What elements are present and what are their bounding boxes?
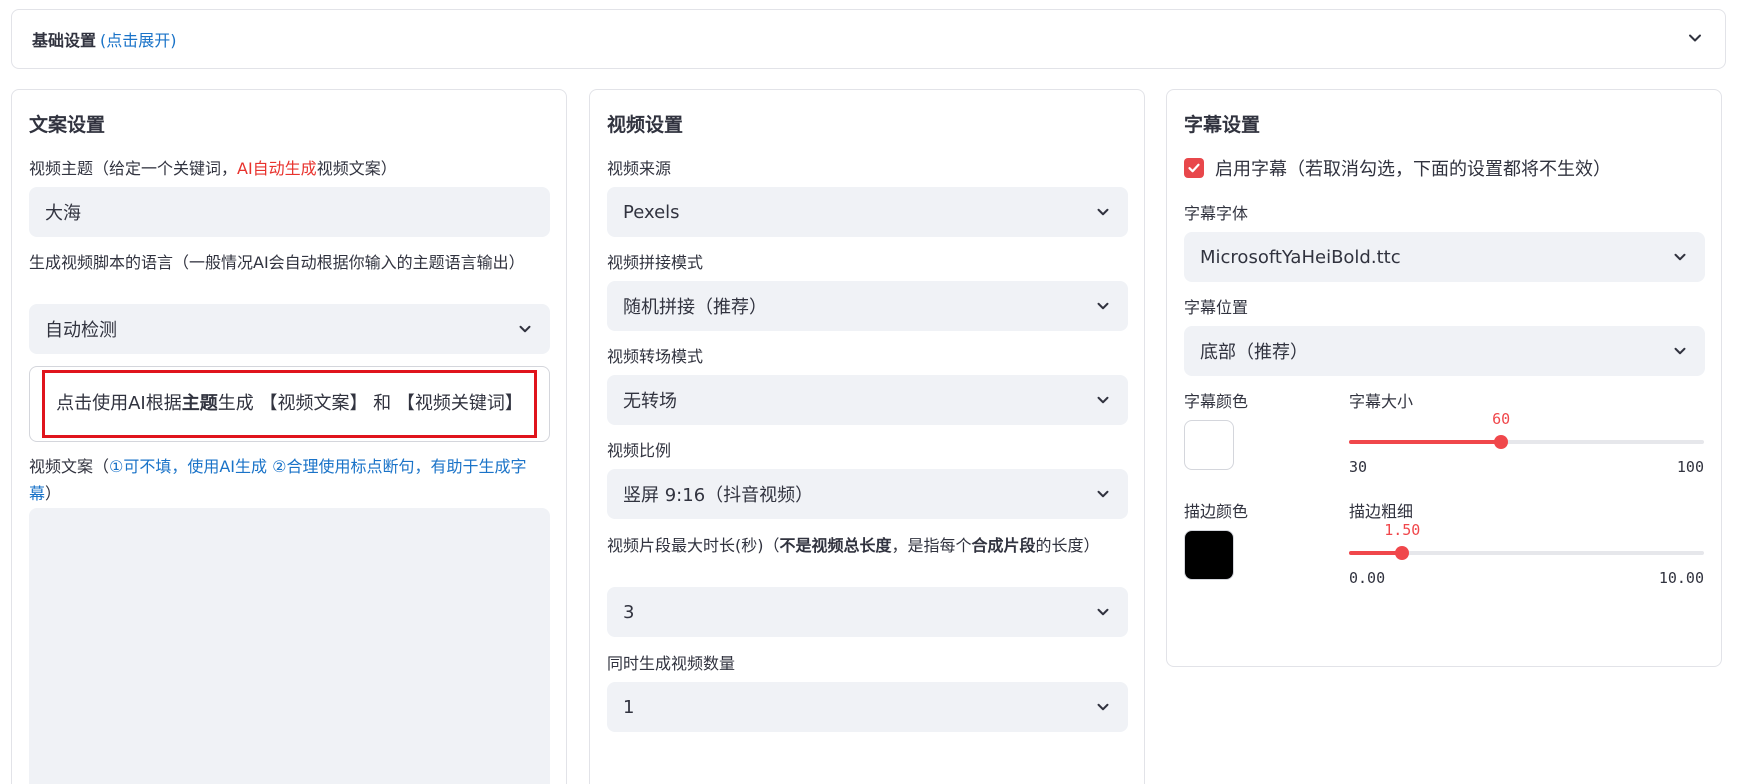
aspect-ratio-select[interactable]: 竖屏 9:16（抖音视频）: [607, 469, 1128, 519]
stroke-width-slider[interactable]: 1.50: [1349, 521, 1704, 560]
subtitle-font-select[interactable]: MicrosoftYaHeiBold.ttc: [1184, 232, 1705, 282]
subtitle-color-label: 字幕颜色: [1184, 392, 1249, 411]
transition-mode-value: 无转场: [623, 391, 677, 412]
chevron-down-icon: [1097, 490, 1109, 498]
chevron-down-icon: [1674, 347, 1686, 355]
aspect-ratio-label: 视频比例: [607, 441, 672, 460]
generate-script-button[interactable]: 点击使用AI根据主题生成 【视频文案】 和 【视频关键词】: [29, 366, 550, 442]
generate-script-button-label: 点击使用AI根据主题生成 【视频文案】 和 【视频关键词】: [56, 393, 523, 414]
highlight-box: 点击使用AI根据主题生成 【视频文案】 和 【视频关键词】: [42, 370, 537, 438]
chevron-down-icon: [1097, 208, 1109, 216]
script-textarea[interactable]: [29, 508, 550, 784]
stroke-color-picker[interactable]: [1184, 530, 1234, 580]
video-source-select[interactable]: Pexels: [607, 187, 1128, 237]
chevron-down-icon: [1689, 34, 1701, 42]
enable-subtitle-checkbox[interactable]: [1184, 158, 1204, 178]
clip-duration-label: 视频片段最大时长(秒)（不是视频总长度，是指每个合成片段的长度）: [607, 536, 1100, 555]
slider-max-label: 10.00: [1658, 569, 1704, 587]
script-label: 视频文案（①可不填，使用AI生成 ②合理使用标点断句，有助于生成字幕）: [29, 457, 527, 503]
slider-fill: [1349, 440, 1502, 444]
basic-settings-title: 基础设置: [32, 31, 97, 50]
copy-settings-panel: 文案设置 视频主题（给定一个关键词，AI自动生成视频文案） 大海 生成视频脚本的…: [11, 89, 567, 784]
slider-min-label: 0.00: [1349, 569, 1386, 587]
subtitle-position-value: 底部（推荐）: [1200, 342, 1308, 363]
subtitle-settings-panel: 字幕设置 启用字幕（若取消勾选，下面的设置都将不生效） 字幕字体 Microso…: [1166, 89, 1722, 667]
chevron-down-icon: [1097, 703, 1109, 711]
stroke-color-label: 描边颜色: [1184, 502, 1249, 521]
concat-mode-select[interactable]: 随机拼接（推荐）: [607, 281, 1128, 331]
slider-value: 60: [1492, 410, 1511, 428]
enable-subtitle-row[interactable]: 启用字幕（若取消勾选，下面的设置都将不生效）: [1184, 148, 1611, 188]
topic-input[interactable]: 大海: [29, 187, 550, 237]
chevron-down-icon: [519, 325, 531, 333]
video-count-value: 1: [623, 696, 635, 718]
transition-mode-select[interactable]: 无转场: [607, 375, 1128, 425]
copy-settings-heading: 文案设置: [29, 114, 106, 136]
video-settings-panel: 视频设置 视频来源 Pexels 视频拼接模式 随机拼接（推荐） 视频转场模式 …: [589, 89, 1145, 784]
subtitle-font-value: MicrosoftYaHeiBold.ttc: [1200, 246, 1401, 268]
enable-subtitle-label: 启用字幕（若取消勾选，下面的设置都将不生效）: [1215, 159, 1611, 180]
subtitle-size-label: 字幕大小: [1349, 392, 1414, 411]
subtitle-font-label: 字幕字体: [1184, 204, 1249, 223]
aspect-ratio-value: 竖屏 9:16（抖音视频）: [623, 485, 814, 506]
slider-thumb[interactable]: [1395, 546, 1410, 560]
clip-duration-value: 3: [623, 601, 635, 623]
concat-mode-label: 视频拼接模式: [607, 253, 704, 272]
slider-min-label: 30: [1349, 458, 1368, 476]
basic-settings-hint: (点击展开): [100, 31, 177, 50]
transition-mode-label: 视频转场模式: [607, 347, 704, 366]
language-select-value: 自动检测: [45, 320, 117, 341]
video-settings-heading: 视频设置: [607, 114, 684, 136]
chevron-down-icon: [1097, 396, 1109, 404]
language-label: 生成视频脚本的语言（一般情况AI会自动根据你输入的主题语言输出）: [29, 253, 525, 272]
clip-duration-select[interactable]: 3: [607, 587, 1128, 637]
chevron-down-icon: [1097, 608, 1109, 616]
subtitle-color-picker[interactable]: [1184, 420, 1234, 470]
video-count-label: 同时生成视频数量: [607, 654, 736, 673]
concat-mode-value: 随机拼接（推荐）: [623, 297, 767, 318]
subtitle-size-slider[interactable]: 60: [1349, 410, 1704, 449]
subtitle-position-select[interactable]: 底部（推荐）: [1184, 326, 1705, 376]
language-select[interactable]: 自动检测: [29, 304, 550, 354]
subtitle-settings-heading: 字幕设置: [1184, 114, 1261, 136]
chevron-down-icon: [1674, 253, 1686, 261]
chevron-down-icon: [1097, 302, 1109, 310]
video-source-value: Pexels: [623, 201, 680, 223]
video-count-select[interactable]: 1: [607, 682, 1128, 732]
basic-settings-expander[interactable]: 基础设置 (点击展开): [11, 9, 1726, 69]
slider-max-label: 100: [1676, 458, 1704, 476]
slider-fill: [1349, 551, 1403, 555]
subtitle-position-label: 字幕位置: [1184, 298, 1249, 317]
topic-label: 视频主题（给定一个关键词，AI自动生成视频文案）: [29, 159, 397, 178]
slider-thumb[interactable]: [1494, 435, 1509, 449]
slider-value: 1.50: [1384, 521, 1421, 539]
video-source-label: 视频来源: [607, 159, 672, 178]
checkmark-icon: [1188, 163, 1200, 173]
